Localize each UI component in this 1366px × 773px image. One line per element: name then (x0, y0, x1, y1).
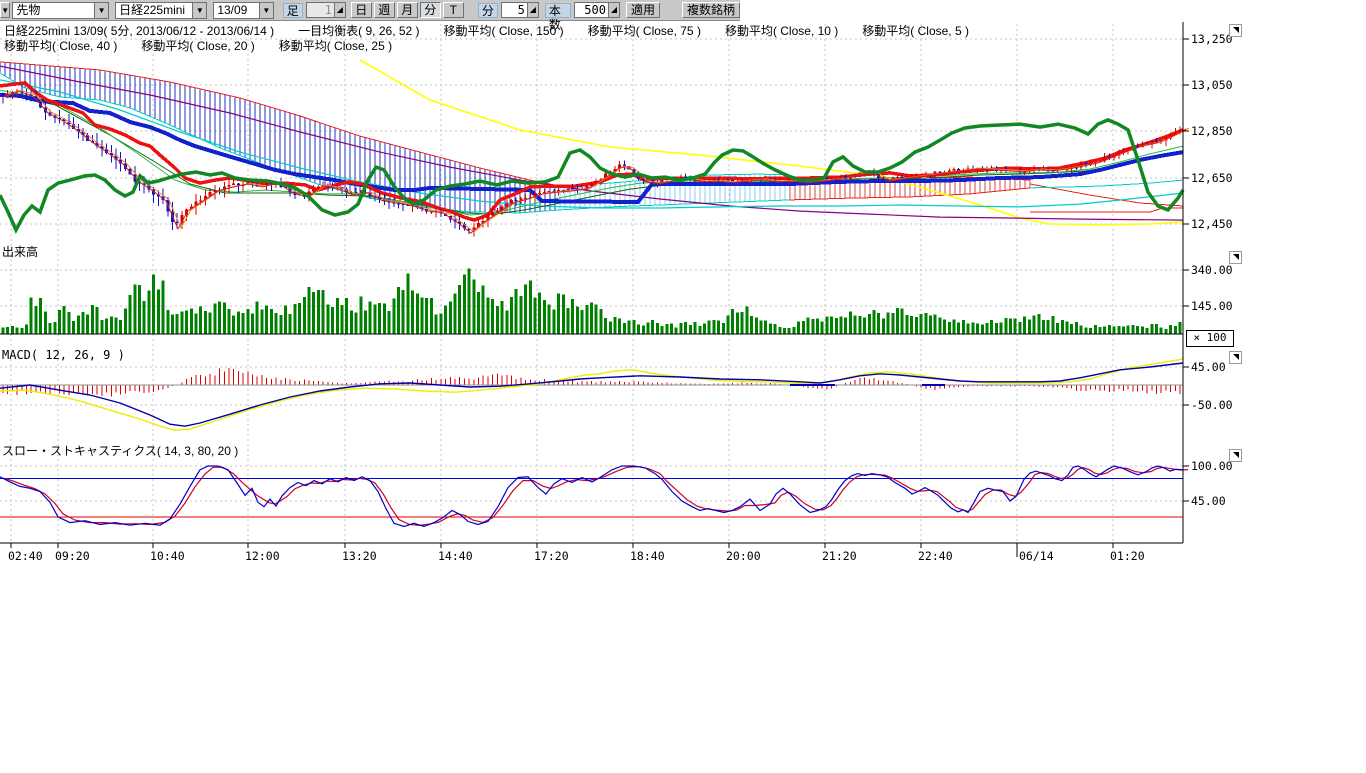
panel-resize-button[interactable] (1229, 351, 1242, 364)
axis-label: 02:40 (8, 549, 43, 563)
axis-label: 06/14 (1019, 549, 1054, 563)
axis-label: 12:00 (245, 549, 280, 563)
volume-multiplier-badge: × 100 (1186, 330, 1234, 347)
legend-item: 移動平均( Close, 20 ) (141, 39, 254, 53)
chart-canvas: 13,250 13,050 12,850 12,650 12,450 340.00 145.… (0, 0, 1366, 773)
panel-resize-button[interactable] (1229, 251, 1242, 264)
axis-label: 45.00 (1191, 360, 1226, 374)
axis-label: 13:20 (342, 549, 377, 563)
resize-arrow-icon (1233, 452, 1239, 458)
macd-panel-label: MACD( 12, 26, 9 ) (2, 348, 125, 362)
axis-label: 12,650 (1191, 171, 1233, 185)
axis-label: 01:20 (1110, 549, 1145, 563)
legend-item: 移動平均( Close, 75 ) (588, 24, 701, 38)
axis-label: 12,850 (1191, 124, 1233, 138)
axis-label: 10:40 (150, 549, 185, 563)
axis-label: 18:40 (630, 549, 665, 563)
panel-resize-button[interactable] (1229, 24, 1242, 37)
axis-label: 09:20 (55, 549, 90, 563)
volume-bars (2, 269, 1182, 334)
resize-arrow-icon (1233, 254, 1239, 260)
volume-panel-label: 出来高 (2, 243, 38, 260)
axis-label: 17:20 (534, 549, 569, 563)
axis-label: 22:40 (918, 549, 953, 563)
legend-item: 移動平均( Close, 5 ) (862, 24, 969, 38)
axis-label: -50.00 (1191, 398, 1233, 412)
axis-label: 13,250 (1191, 32, 1233, 46)
axis-label: 100.00 (1191, 459, 1233, 473)
legend-line-2: 移動平均( Close, 40 ) 移動平均( Close, 20 ) 移動平均( … (4, 37, 416, 54)
axis-label: 20:00 (726, 549, 761, 563)
resize-arrow-icon (1233, 27, 1239, 33)
legend-item: 移動平均( Close, 10 ) (725, 24, 838, 38)
axis-label: 12,450 (1191, 217, 1233, 231)
legend-item: 移動平均( Close, 25 ) (279, 39, 392, 53)
axis-label: 14:40 (438, 549, 473, 563)
stochastics-panel-label: スロー・ストキャスティクス( 14, 3, 80, 20 ) (2, 442, 238, 459)
axis-label: 13,050 (1191, 78, 1233, 92)
legend-item: 移動平均( Close, 150 ) (444, 24, 564, 38)
resize-arrow-icon (1233, 354, 1239, 360)
axis-label: 45.00 (1191, 494, 1226, 508)
gridlines (0, 24, 1183, 543)
legend-item: 日経225mini 13/09( 5分, 2013/06/12 - 2013/0… (4, 24, 274, 38)
axis-label: 340.00 (1191, 263, 1233, 277)
axis-label: 21:20 (822, 549, 857, 563)
legend-item: 一目均衡表( 9, 26, 52 ) (298, 24, 419, 38)
panel-resize-button[interactable] (1229, 449, 1242, 462)
legend-item: 移動平均( Close, 40 ) (4, 39, 117, 53)
axis-label: 145.00 (1191, 299, 1233, 313)
